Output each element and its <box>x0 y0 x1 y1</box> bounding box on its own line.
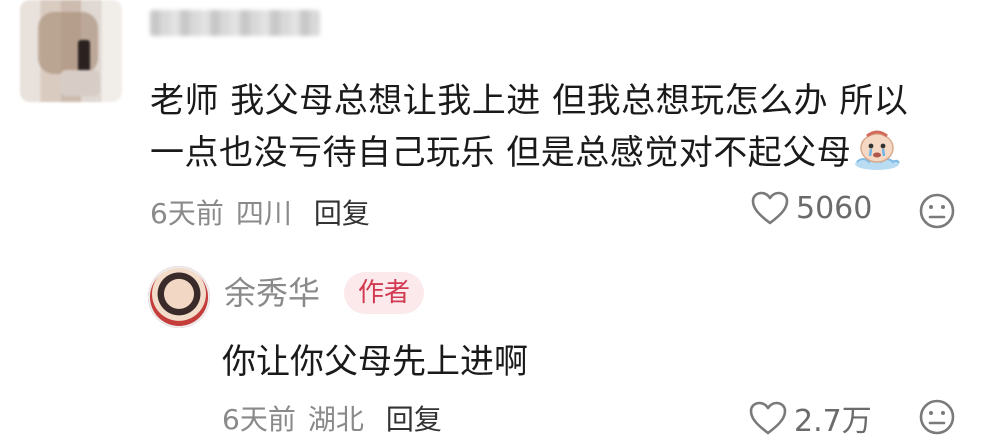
comment-like-count: 5060 <box>796 190 873 226</box>
reply-author-name[interactable]: 余秀华 <box>224 268 320 314</box>
comment-location: 四川 <box>235 197 292 230</box>
comment-meta: 6天前 四川 回复 <box>150 192 370 232</box>
commenter-username-blurred[interactable] <box>150 10 320 36</box>
comment-like-button[interactable]: 5060 <box>750 190 872 226</box>
reply-like-button[interactable]: 2.7万 <box>748 396 872 440</box>
reply-reply-button[interactable]: 回复 <box>386 403 442 436</box>
comment-line-1: 老师 我父母总想让我上进 但我总想玩怎么办 所以 <box>150 81 909 121</box>
dislike-face-icon <box>918 398 956 436</box>
reply-meta: 6天前 湖北 回复 <box>222 398 442 438</box>
comment-line-2-text: 一点也没亏待自己玩乐 但是总感觉对不起父母 <box>150 133 852 173</box>
crying-face-sticker-icon <box>853 126 901 184</box>
comment-body: 老师 我父母总想让我上进 但我总想玩怎么办 所以 一点也没亏待自己玩乐 但是总感… <box>150 76 970 184</box>
reply-dislike-button[interactable] <box>918 398 956 436</box>
reply-location: 湖北 <box>307 403 364 436</box>
comment-reply-button[interactable]: 回复 <box>314 197 370 230</box>
comment-line-2: 一点也没亏待自己玩乐 但是总感觉对不起父母 <box>150 126 970 184</box>
comment-dislike-button[interactable] <box>918 192 956 230</box>
heart-icon <box>750 190 790 226</box>
reply-like-count: 2.7万 <box>794 404 872 439</box>
reply-author-avatar[interactable] <box>148 266 210 328</box>
reply-time: 6天前 <box>222 403 296 436</box>
commenter-avatar-blurred[interactable] <box>20 0 122 102</box>
reply-body: 你让你父母先上进啊 <box>222 342 528 382</box>
dislike-face-icon <box>918 192 956 230</box>
comment-time: 6天前 <box>150 197 224 230</box>
author-badge: 作者 <box>344 272 425 314</box>
heart-icon <box>748 400 788 436</box>
